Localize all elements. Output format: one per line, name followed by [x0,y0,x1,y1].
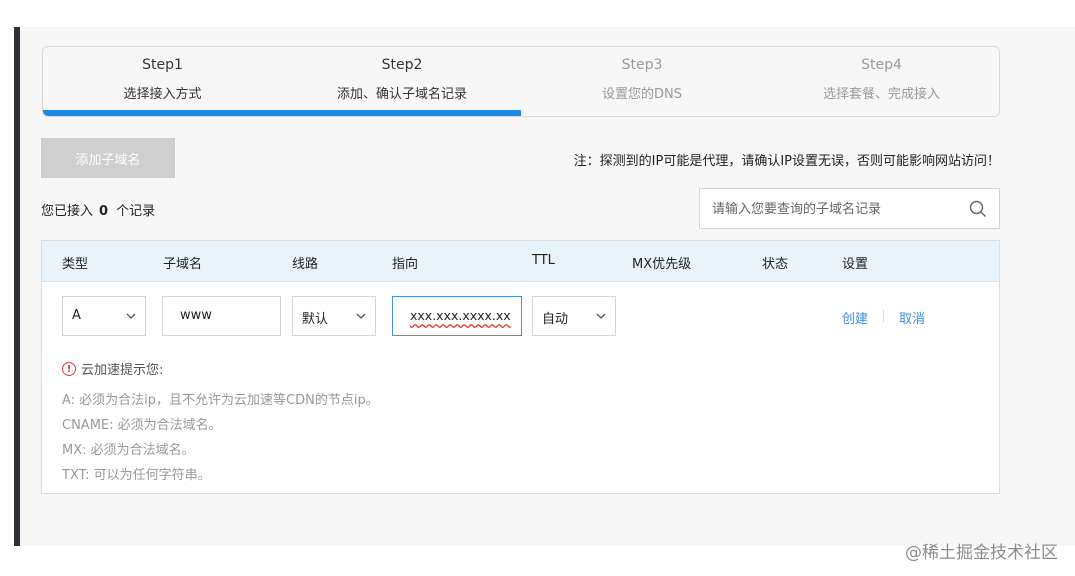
step-label: 选择接入方式 [123,87,202,102]
tip-item: CNAME: 必须为合法域名。 [62,418,222,433]
chevron-down-icon [596,313,606,319]
tips-title-text: 云加速提示您: [81,363,164,378]
search-input[interactable] [710,189,964,230]
subdomain-input[interactable]: www [162,296,281,336]
step-2: Step2 添加、确认子域名记录 [282,47,522,116]
step-1: Step1 选择接入方式 [43,47,282,116]
chevron-down-icon [126,313,136,319]
header-status: 状态 [762,257,789,272]
tip-item: TXT: 可以为任何字符串。 [62,468,211,483]
proxy-notice: 注：探测到的IP可能是代理，请确认IP设置无误，否则可能影响网站访问！ [573,154,1000,169]
step-label: 设置您的DNS [602,87,682,102]
ttl-select[interactable]: 自动 [532,296,616,336]
header-target: 指向 [392,257,419,272]
record-type-select[interactable]: A [62,296,146,336]
step-number: Step4 [861,57,902,73]
record-count-prefix: 您已接入 [41,204,94,219]
record-count: 您已接入 0 个记录 [41,200,155,219]
record-count-suffix: 个记录 [116,204,156,219]
search-icon[interactable] [969,200,987,218]
target-input[interactable]: xxx.xxx.xxxx.xx [392,296,522,336]
line-value: 默认 [302,312,329,327]
warning-icon: ! [62,361,76,376]
table-header: 类型 子域名 线路 指向 TTL MX优先级 状态 设置 [42,241,999,282]
subdomain-value: www [180,308,212,323]
header-type: 类型 [62,257,89,272]
cancel-button[interactable]: 取消 [899,308,925,327]
header-line: 线路 [292,257,319,272]
search-box [699,188,1000,230]
steps-bar: Step1 选择接入方式 Step2 添加、确认子域名记录 Step3 设置您的… [42,46,1000,117]
step-number: Step3 [621,57,663,73]
watermark: @稀土掘金技术社区 [905,543,1058,563]
create-button[interactable]: 创建 [842,308,868,327]
target-value: xxx.xxx.xxxx.xx [410,308,511,323]
tip-item: A: 必须为合法ip，且不允许为云加速等CDN的节点ip。 [62,393,379,408]
header-ttl: TTL [532,253,555,268]
header-mx-priority: MX优先级 [632,257,692,272]
tips-title: ! 云加速提示您: [62,359,163,378]
record-count-value: 0 [99,204,109,219]
record-type-value: A [72,308,81,323]
tip-item: MX: 必须为合法域名。 [62,443,195,458]
steps-progress-bar [43,110,521,116]
step-4: Step4 选择套餐、完成接入 [762,47,999,116]
record-table: 类型 子域名 线路 指向 TTL MX优先级 状态 设置 A www 默认 xx… [41,240,1000,494]
step-label: 选择套餐、完成接入 [822,87,940,102]
step-number: Step1 [142,57,183,73]
step-label: 添加、确认子域名记录 [336,87,467,102]
ttl-value: 自动 [542,312,569,327]
header-subdomain: 子域名 [163,257,203,272]
line-select[interactable]: 默认 [292,296,376,336]
action-divider [883,310,884,322]
step-3: Step3 设置您的DNS [522,47,762,116]
chevron-down-icon [356,313,366,319]
step-number: Step2 [381,57,423,73]
add-subdomain-button[interactable]: 添加子域名 [41,138,175,178]
header-settings: 设置 [842,257,869,272]
